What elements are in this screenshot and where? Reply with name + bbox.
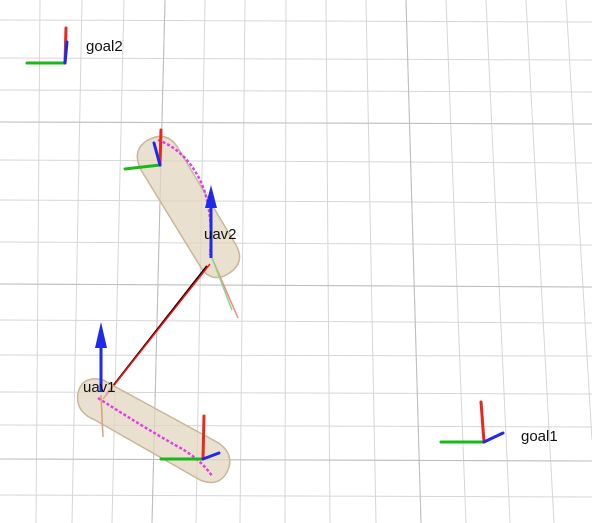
3d-viewport[interactable]: goal2 uav2 uav1 goal1 xyxy=(0,0,592,523)
uav2-label: uav2 xyxy=(204,226,237,243)
uav2-capsule[interactable] xyxy=(123,128,241,319)
axes-frame-icon xyxy=(439,400,505,444)
ground-grid-major xyxy=(0,0,592,523)
goal1-label: goal1 xyxy=(521,428,558,445)
uav1-label: uav1 xyxy=(83,379,116,396)
goal1-frame[interactable] xyxy=(439,400,505,444)
ground-grid xyxy=(0,0,592,523)
scene-canvas[interactable] xyxy=(0,0,592,523)
goal2-label: goal2 xyxy=(86,38,123,55)
